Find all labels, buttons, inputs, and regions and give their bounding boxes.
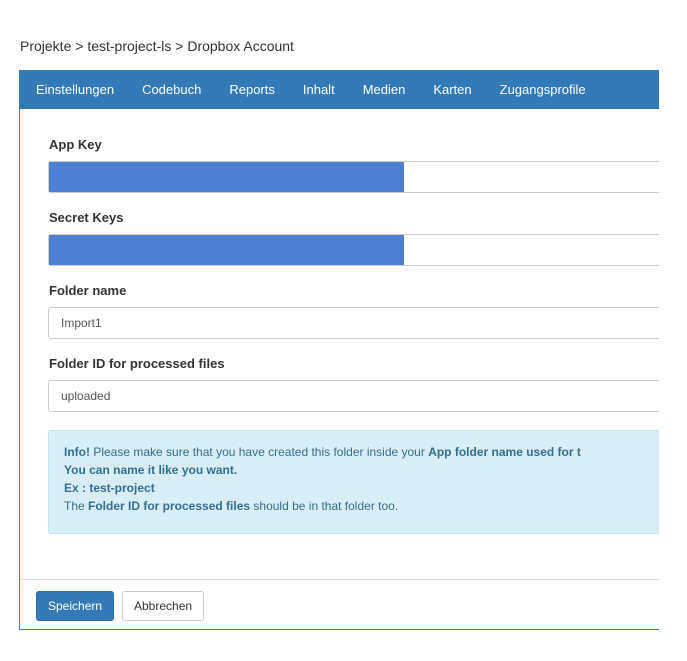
redacted-value: [49, 235, 404, 265]
folder-id-label: Folder ID for processed files: [49, 356, 225, 371]
info-line-4: The Folder ID for processed files should…: [64, 497, 659, 515]
tab-medien[interactable]: Medien: [349, 71, 420, 109]
tab-karten[interactable]: Karten: [419, 71, 485, 109]
info-text: The: [64, 499, 89, 513]
breadcrumb-current: Dropbox Account: [187, 38, 294, 54]
folder-id-input[interactable]: uploaded: [48, 380, 659, 412]
info-folder-id: Folder ID for processed files: [88, 499, 251, 513]
form-footer: Speichern Abbrechen: [20, 579, 659, 629]
info-line-2: You can name it like you want.: [64, 461, 659, 479]
tab-inhalt[interactable]: Inhalt: [289, 71, 349, 109]
info-name-hint: You can name it like you want.: [64, 463, 238, 477]
breadcrumb-projects-link[interactable]: Projekte: [20, 38, 71, 54]
save-button[interactable]: Speichern: [36, 591, 115, 621]
folder-name-value: Import1: [61, 316, 102, 330]
info-text: Please make sure that you have created t…: [90, 445, 429, 459]
secret-keys-input[interactable]: [48, 234, 659, 266]
info-example: Ex : test-project: [64, 481, 155, 495]
info-line-3: Ex : test-project: [64, 479, 659, 497]
breadcrumb-project-link[interactable]: test-project-ls: [87, 38, 171, 54]
app-key-label: App Key: [49, 137, 102, 152]
secret-keys-label: Secret Keys: [49, 210, 124, 225]
settings-panel: Einstellungen Codebuch Reports Inhalt Me…: [19, 70, 659, 630]
tab-codebuch[interactable]: Codebuch: [128, 71, 215, 109]
tab-reports[interactable]: Reports: [215, 71, 289, 109]
folder-name-input[interactable]: Import1: [48, 307, 659, 339]
tab-zugangsprofile[interactable]: Zugangsprofile: [486, 71, 600, 109]
breadcrumb: Projekte > test-project-ls > Dropbox Acc…: [20, 38, 294, 54]
info-alert: Info! Please make sure that you have cre…: [48, 430, 659, 534]
info-text: should be in that folder too.: [250, 499, 399, 513]
breadcrumb-separator: >: [71, 38, 88, 54]
info-line-1: Info! Please make sure that you have cre…: [64, 443, 659, 461]
tab-bar: Einstellungen Codebuch Reports Inhalt Me…: [20, 71, 659, 109]
info-title: Info!: [64, 445, 90, 459]
breadcrumb-separator: >: [171, 38, 188, 54]
app-key-input[interactable]: [48, 161, 659, 193]
folder-id-value: uploaded: [61, 389, 111, 403]
folder-name-label: Folder name: [49, 283, 127, 298]
info-app-folder: App folder name used for t: [428, 445, 581, 459]
cancel-button[interactable]: Abbrechen: [122, 591, 205, 621]
redacted-value: [49, 162, 404, 192]
tab-einstellungen[interactable]: Einstellungen: [20, 71, 128, 109]
